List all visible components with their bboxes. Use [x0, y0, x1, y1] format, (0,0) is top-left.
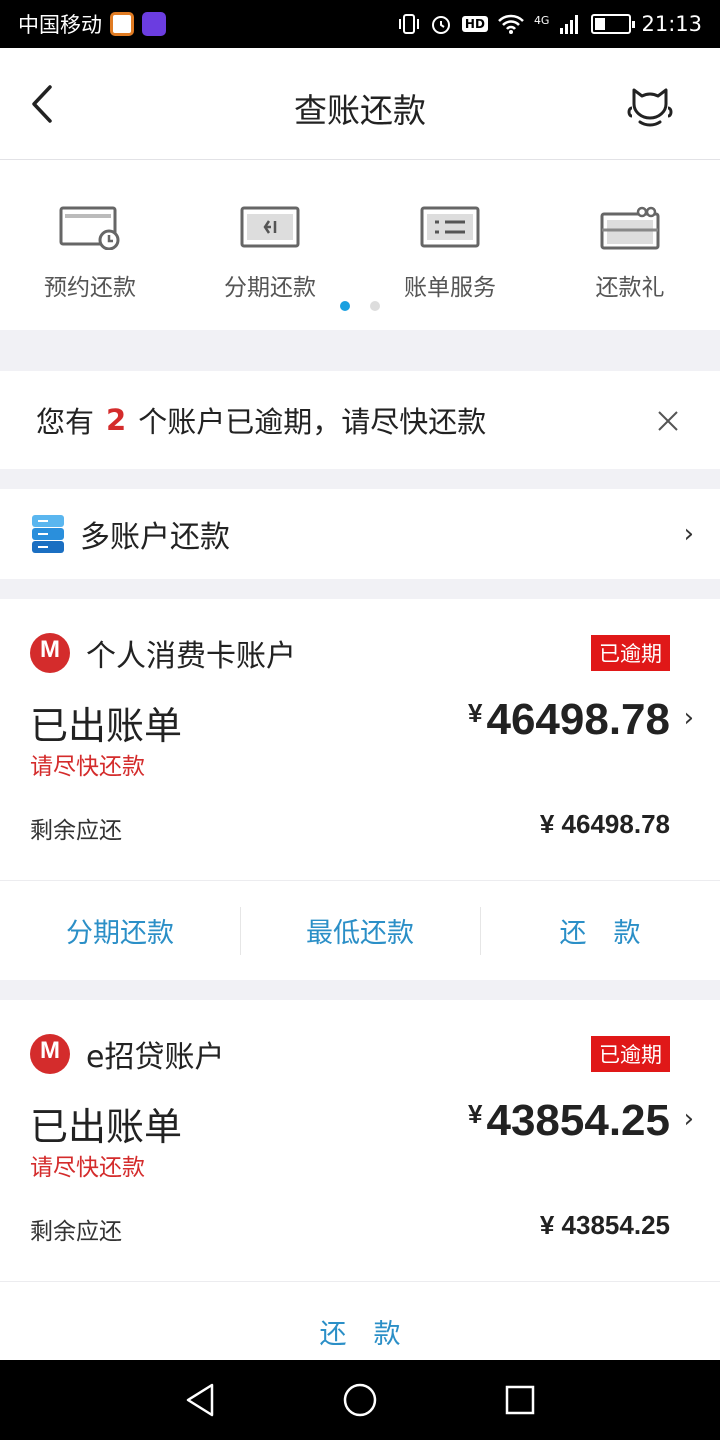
bank-logo-icon: [30, 633, 70, 673]
overdue-count: 2: [106, 403, 127, 437]
back-triangle-icon[interactable]: [184, 1382, 216, 1418]
notice-prefix: 您有: [36, 405, 95, 439]
bill-label: 已出账单: [30, 704, 183, 748]
signal-icon: [560, 15, 579, 34]
chevron-right-icon: ›: [683, 519, 694, 549]
system-nav-bar: [0, 1360, 720, 1440]
home-circle-icon[interactable]: [342, 1382, 378, 1418]
multi-account-repay-row[interactable]: 多账户还款 ›: [0, 489, 720, 579]
quick-entry-repay-gift[interactable]: 还款礼: [540, 206, 720, 302]
bill-label: 已出账单: [30, 1105, 183, 1149]
assistant-icon: [627, 88, 673, 127]
quick-entry-label: 预约还款: [44, 275, 136, 301]
chevron-right-icon[interactable]: ›: [684, 703, 694, 733]
close-icon[interactable]: [654, 407, 682, 435]
quick-entries: 预约还款 分期还款 账单服务 还款礼: [0, 160, 720, 330]
assistant-button[interactable]: [626, 80, 674, 128]
quick-entry-label: 分期还款: [224, 275, 316, 301]
battery-icon: [591, 14, 636, 34]
multi-account-label: 多账户还款: [80, 520, 230, 555]
gift-icon: [600, 206, 660, 250]
account-card: e招贷账户 已逾期 已出账单 请尽快还款 ¥43854.25 › 剩余应还 ¥ …: [0, 1000, 720, 1360]
chevron-right-icon[interactable]: ›: [684, 1104, 694, 1134]
carrier-label: 中国移动: [18, 13, 102, 37]
page-title: 查账还款: [294, 91, 426, 130]
remaining-label: 剩余应还: [30, 818, 122, 844]
bank-logo-icon: [30, 1034, 70, 1074]
app-header: 查账还款: [0, 48, 720, 160]
account-name: e招贷账户: [86, 1040, 225, 1075]
bill-amount[interactable]: ¥43854.25: [468, 1096, 670, 1146]
recents-square-icon[interactable]: [504, 1384, 536, 1416]
quick-entry-bill-service[interactable]: 账单服务: [360, 206, 540, 302]
minimum-repay-button[interactable]: 最低还款: [240, 881, 480, 980]
page-dot-active: [340, 301, 350, 311]
account-name: 个人消费卡账户: [86, 639, 296, 674]
alarm-icon: [431, 16, 450, 34]
bill-amount-value: 43854.25: [486, 1096, 670, 1145]
overdue-badge: 已逾期: [591, 1036, 670, 1072]
bill-list-icon: [420, 206, 480, 248]
wifi-icon: [498, 14, 524, 34]
remaining-value: ¥ 46498.78: [539, 809, 670, 839]
clock: 21:13: [641, 12, 702, 36]
browser-app-icon: [110, 12, 134, 36]
card-actions: 分期还款 最低还款 还 款: [0, 880, 720, 980]
overdue-notice: 您有 2 个账户已逾期，请尽快还款: [0, 371, 720, 469]
urge-text: 请尽快还款: [30, 1155, 145, 1181]
overdue-badge: 已逾期: [591, 635, 670, 671]
page-indicator: [340, 301, 380, 311]
repay-button[interactable]: 还 款: [480, 881, 720, 980]
hd-badge: HD: [461, 16, 488, 32]
notice-suffix: 个账户已逾期，请尽快还款: [138, 405, 487, 439]
remaining-label: 剩余应还: [30, 1219, 122, 1245]
network-type: 4G: [533, 14, 550, 27]
vibrate-icon: [398, 14, 419, 34]
card-installment-icon: [240, 206, 300, 248]
quick-entry-label: 还款礼: [595, 275, 665, 301]
status-bar: 中国移动 HD 4G 21:13: [0, 0, 720, 48]
urge-text: 请尽快还款: [30, 754, 145, 780]
bill-amount[interactable]: ¥46498.78: [468, 695, 670, 745]
bill-amount-value: 46498.78: [486, 695, 670, 744]
card-clock-icon: [59, 206, 120, 251]
installment-repay-button[interactable]: 分期还款: [0, 881, 240, 980]
stack-icon: [32, 515, 64, 553]
quick-entry-scheduled-repay[interactable]: 预约还款: [0, 206, 180, 302]
currency-symbol: ¥: [468, 698, 483, 728]
page-dot: [370, 301, 380, 311]
quick-entry-installment[interactable]: 分期还款: [180, 206, 360, 302]
quick-entry-label: 账单服务: [404, 275, 496, 301]
video-app-icon: [142, 12, 166, 36]
remaining-value: ¥ 43854.25: [539, 1210, 670, 1240]
currency-symbol: ¥: [468, 1099, 483, 1129]
account-card: 个人消费卡账户 已逾期 已出账单 请尽快还款 ¥46498.78 › 剩余应还 …: [0, 599, 720, 980]
